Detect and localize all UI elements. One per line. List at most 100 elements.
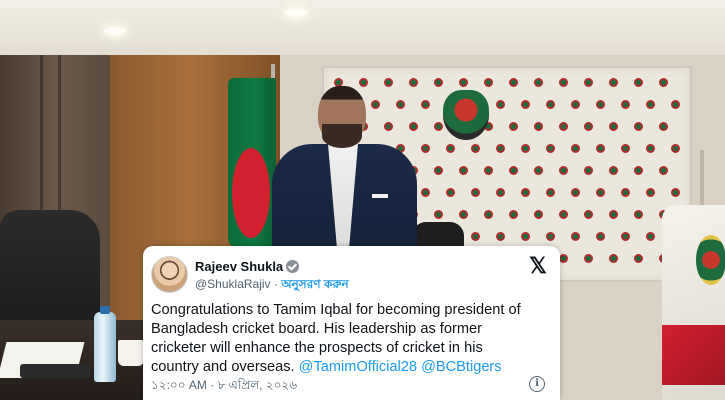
avatar[interactable] <box>151 256 188 293</box>
backdrop-logo <box>546 188 555 197</box>
backdrop-logo <box>421 188 430 197</box>
backdrop-logo <box>459 166 468 175</box>
tweet-card[interactable]: Rajeev Shukla @ShuklaRajiv · অনুসরণ করুন… <box>143 246 560 400</box>
backdrop-logo <box>559 78 568 87</box>
backdrop-logo <box>671 144 680 153</box>
cup <box>118 340 144 366</box>
separator-dot: · <box>210 378 215 392</box>
bcb-flag <box>662 205 725 400</box>
backdrop-logo <box>659 166 668 175</box>
ceiling-light <box>104 27 126 35</box>
backdrop-logo <box>509 122 518 131</box>
backdrop-logo <box>484 78 493 87</box>
backdrop-logo <box>596 188 605 197</box>
backdrop-logo <box>559 254 568 263</box>
backdrop-logo <box>646 232 655 241</box>
mention-link[interactable]: @BCBtigers <box>421 359 502 375</box>
backdrop-logo <box>559 122 568 131</box>
tweet-time[interactable]: ১২:০০ AM <box>151 378 207 392</box>
backdrop-logo <box>596 232 605 241</box>
tweet-text-line: Bangladesh cricket board. His leadership… <box>151 321 482 337</box>
backdrop-logo <box>671 100 680 109</box>
backdrop-logo <box>534 78 543 87</box>
bcb-emblem <box>443 90 489 140</box>
backdrop-logo <box>509 210 518 219</box>
water-bottle <box>94 306 116 382</box>
backdrop-logo <box>671 188 680 197</box>
bangladesh-flag <box>228 78 276 248</box>
verified-badge-icon <box>286 260 300 273</box>
tweet-meta: ১২:০০ AM · ৮ এপ্রিল, ২০২৬ <box>151 377 297 397</box>
backdrop-logo <box>509 166 518 175</box>
backdrop-logo <box>584 210 593 219</box>
display-name[interactable]: Rajeev Shukla <box>195 259 300 274</box>
tweet-text-line: Congratulations to Tamim Iqbal for becom… <box>151 302 521 318</box>
backdrop-logo <box>634 122 643 131</box>
tweet-text-line: cricketer will enhance the prospects of … <box>151 340 483 356</box>
backdrop-logo <box>609 78 618 87</box>
backdrop-logo <box>621 232 630 241</box>
backdrop-logo <box>484 166 493 175</box>
backdrop-logo <box>609 166 618 175</box>
backdrop-logo <box>609 122 618 131</box>
backdrop-logo <box>521 188 530 197</box>
backdrop-logo <box>434 122 443 131</box>
backdrop-logo <box>434 166 443 175</box>
tweet-text-line: country and overseas. <box>151 359 295 375</box>
backdrop-logo <box>634 210 643 219</box>
tweet-date[interactable]: ৮ এপ্রিল, ২০২৬ <box>218 378 297 392</box>
backdrop-logo <box>571 188 580 197</box>
backdrop-logo <box>571 232 580 241</box>
separator-dot: · <box>273 277 278 291</box>
backdrop-logo <box>584 166 593 175</box>
backdrop-logo <box>534 166 543 175</box>
backdrop-logo <box>471 144 480 153</box>
x-logo-icon[interactable]: 𝕏 <box>527 255 549 277</box>
backdrop-logo <box>509 78 518 87</box>
chair <box>412 222 464 248</box>
backdrop-logo <box>634 166 643 175</box>
backdrop-logo <box>559 166 568 175</box>
backdrop-logo <box>546 232 555 241</box>
backdrop-logo <box>434 210 443 219</box>
info-icon[interactable]: i <box>529 376 545 392</box>
backdrop-logo <box>521 100 530 109</box>
person <box>272 86 417 254</box>
user-handle[interactable]: @ShuklaRajiv <box>195 277 271 291</box>
backdrop-logo <box>459 78 468 87</box>
backdrop-logo <box>421 144 430 153</box>
handle-row: @ShuklaRajiv · অনুসরণ করুন <box>195 276 349 296</box>
backdrop-logo <box>421 100 430 109</box>
backdrop-logo <box>534 122 543 131</box>
microphone-base <box>20 364 90 378</box>
backdrop-logo <box>446 188 455 197</box>
backdrop-logo <box>646 100 655 109</box>
backdrop-logo <box>609 254 618 263</box>
backdrop-logo <box>496 100 505 109</box>
ceiling-light <box>285 9 307 17</box>
follow-button[interactable]: অনুসরণ করুন <box>281 277 348 291</box>
backdrop-logo <box>659 122 668 131</box>
backdrop-logo <box>446 144 455 153</box>
backdrop-logo <box>584 254 593 263</box>
backdrop-logo <box>496 188 505 197</box>
backdrop-logo <box>646 144 655 153</box>
backdrop-logo <box>621 188 630 197</box>
backdrop-logo <box>584 78 593 87</box>
backdrop-logo <box>584 122 593 131</box>
tweet-text: Congratulations to Tamim Iqbal for becom… <box>151 301 553 377</box>
backdrop-logo <box>571 144 580 153</box>
backdrop-logo <box>609 210 618 219</box>
backdrop-logo <box>534 210 543 219</box>
backdrop-logo <box>434 78 443 87</box>
backdrop-logo <box>496 232 505 241</box>
mention-link[interactable]: @TamimOfficial28 <box>299 359 417 375</box>
display-name-text[interactable]: Rajeev Shukla <box>195 259 283 274</box>
backdrop-logo <box>496 144 505 153</box>
backdrop-logo <box>521 232 530 241</box>
backdrop-logo <box>634 78 643 87</box>
backdrop-logo <box>596 144 605 153</box>
backdrop-logo <box>596 100 605 109</box>
backdrop-logo <box>634 254 643 263</box>
backdrop-logo <box>546 144 555 153</box>
